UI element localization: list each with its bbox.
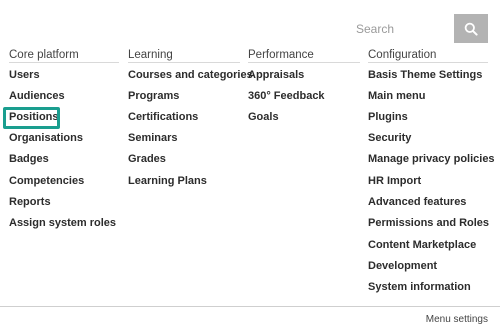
menu-item-development[interactable]: Development bbox=[368, 259, 437, 273]
column-performance: Performance bbox=[248, 48, 370, 62]
column-learning: Learning bbox=[128, 48, 250, 62]
column-core-platform: Core platform bbox=[9, 48, 131, 62]
menu-item-badges[interactable]: Badges bbox=[9, 152, 49, 166]
menu-item-goals[interactable]: Goals bbox=[248, 110, 279, 124]
menu-item-learning-plans[interactable]: Learning Plans bbox=[128, 174, 207, 188]
column-heading: Configuration bbox=[368, 49, 437, 61]
menu-item-certifications[interactable]: Certifications bbox=[128, 110, 198, 124]
menu-item-basis-theme-settings[interactable]: Basis Theme Settings bbox=[368, 68, 482, 82]
column-divider bbox=[128, 62, 240, 63]
menu-item-users[interactable]: Users bbox=[9, 68, 40, 82]
column-divider bbox=[9, 62, 119, 63]
menu-item-content-marketplace[interactable]: Content Marketplace bbox=[368, 238, 476, 252]
search-bar bbox=[348, 14, 488, 43]
column-heading: Performance bbox=[248, 49, 314, 61]
column-configuration: Configuration bbox=[368, 48, 490, 62]
menu-item-programs[interactable]: Programs bbox=[128, 89, 179, 103]
menu-item-assign-system-roles[interactable]: Assign system roles bbox=[9, 216, 116, 230]
menu-item-permissions-and-roles[interactable]: Permissions and Roles bbox=[368, 216, 489, 230]
menu-item-courses-and-categories[interactable]: Courses and categories bbox=[128, 68, 253, 82]
search-icon bbox=[464, 22, 478, 36]
search-input[interactable] bbox=[348, 14, 454, 43]
column-heading: Core platform bbox=[9, 49, 79, 61]
menu-item-hr-import[interactable]: HR Import bbox=[368, 174, 421, 188]
menu-item-positions[interactable]: Positions bbox=[9, 110, 59, 124]
menu-item-organisations[interactable]: Organisations bbox=[9, 131, 83, 145]
menu-item-system-information[interactable]: System information bbox=[368, 280, 471, 294]
menu-item-manage-privacy-policies[interactable]: Manage privacy policies bbox=[368, 152, 495, 166]
menu-item-grades[interactable]: Grades bbox=[128, 152, 166, 166]
menu-item-reports[interactable]: Reports bbox=[9, 195, 51, 209]
menu-item-audiences[interactable]: Audiences bbox=[9, 89, 65, 103]
menu-item-plugins[interactable]: Plugins bbox=[368, 110, 408, 124]
column-divider bbox=[368, 62, 488, 63]
menu-item-main-menu[interactable]: Main menu bbox=[368, 89, 425, 103]
menu-item-advanced-features[interactable]: Advanced features bbox=[368, 195, 466, 209]
search-button[interactable] bbox=[454, 14, 488, 43]
column-heading: Learning bbox=[128, 49, 173, 61]
menu-item-360-feedback[interactable]: 360° Feedback bbox=[248, 89, 325, 103]
menu-item-seminars[interactable]: Seminars bbox=[128, 131, 178, 145]
menu-item-security[interactable]: Security bbox=[368, 131, 411, 145]
column-divider bbox=[248, 62, 360, 63]
menu-item-competencies[interactable]: Competencies bbox=[9, 174, 84, 188]
menu-item-appraisals[interactable]: Appraisals bbox=[248, 68, 304, 82]
menu-settings-link[interactable]: Menu settings bbox=[426, 314, 488, 325]
footer-divider bbox=[0, 306, 500, 307]
